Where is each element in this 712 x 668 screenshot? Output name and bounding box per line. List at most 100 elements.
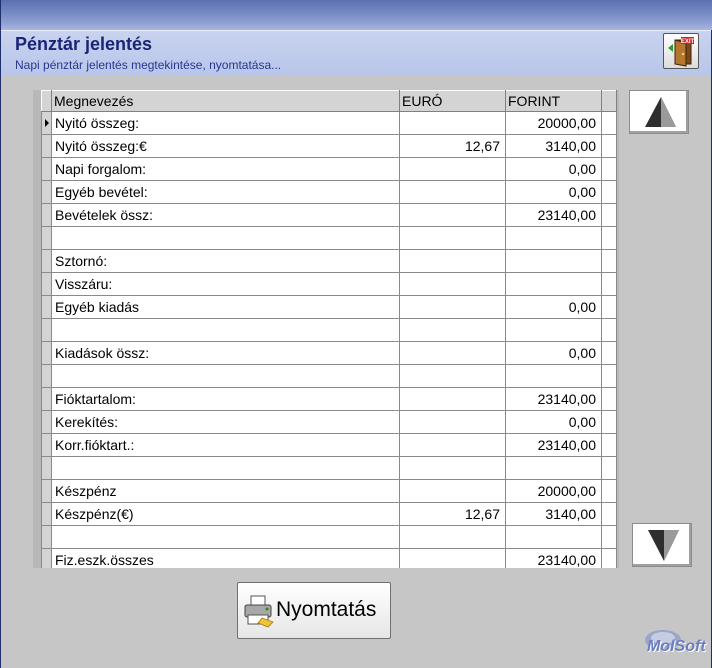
cell-forint[interactable]: 23140,00 bbox=[505, 387, 602, 411]
row-indicator-cell[interactable] bbox=[41, 203, 52, 227]
table-row[interactable]: Nyitó összeg:€ 12,67 3140,00 bbox=[41, 134, 617, 158]
cell-euro[interactable] bbox=[399, 364, 506, 388]
row-indicator-cell[interactable] bbox=[41, 318, 52, 342]
table-row[interactable]: Készpénz 20000,00 bbox=[41, 479, 617, 503]
cell-euro[interactable] bbox=[399, 318, 506, 342]
row-indicator-cell[interactable] bbox=[41, 134, 52, 158]
row-indicator-cell[interactable] bbox=[41, 502, 52, 526]
table-row[interactable] bbox=[41, 456, 617, 480]
row-indicator-cell[interactable] bbox=[41, 387, 52, 411]
report-grid[interactable]: Megnevezés EURÓ FORINT Nyitó összeg: 2000… bbox=[33, 90, 619, 568]
cell-euro[interactable] bbox=[399, 548, 506, 568]
cell-forint[interactable]: 23140,00 bbox=[505, 548, 602, 568]
cell-name[interactable]: Készpénz bbox=[51, 479, 400, 503]
cell-name[interactable]: Készpénz(€) bbox=[51, 502, 400, 526]
cell-euro[interactable] bbox=[399, 249, 506, 273]
cell-forint[interactable] bbox=[505, 226, 602, 250]
table-row[interactable]: Készpénz(€) 12,67 3140,00 bbox=[41, 502, 617, 526]
cell-euro[interactable] bbox=[399, 272, 506, 296]
cell-euro[interactable] bbox=[399, 295, 506, 319]
cell-name[interactable]: Kiadások össz: bbox=[51, 341, 400, 365]
table-row[interactable] bbox=[41, 318, 617, 342]
cell-forint[interactable]: 20000,00 bbox=[505, 111, 602, 135]
cell-forint[interactable]: 0,00 bbox=[505, 341, 602, 365]
scroll-down-button[interactable] bbox=[632, 523, 692, 567]
row-indicator-cell[interactable] bbox=[41, 548, 52, 568]
table-row[interactable]: Fióktartalom: 23140,00 bbox=[41, 387, 617, 411]
cell-name[interactable] bbox=[51, 318, 400, 342]
cell-forint[interactable] bbox=[505, 318, 602, 342]
cell-name[interactable] bbox=[51, 456, 400, 480]
cell-forint[interactable] bbox=[505, 272, 602, 296]
cell-euro[interactable] bbox=[399, 203, 506, 227]
cell-euro[interactable] bbox=[399, 157, 506, 181]
cell-euro[interactable] bbox=[399, 387, 506, 411]
cell-euro[interactable]: 12,67 bbox=[399, 134, 506, 158]
row-indicator-cell[interactable] bbox=[41, 295, 52, 319]
cell-forint[interactable] bbox=[505, 525, 602, 549]
cell-name[interactable]: Egyéb bevétel: bbox=[51, 180, 400, 204]
column-header-forint[interactable]: FORINT bbox=[505, 90, 602, 112]
print-button[interactable]: Nyomtatás bbox=[237, 582, 391, 639]
cell-name[interactable]: Nyitó összeg: bbox=[51, 111, 400, 135]
exit-button[interactable]: EXIT bbox=[663, 33, 699, 69]
cell-euro[interactable] bbox=[399, 433, 506, 457]
row-indicator-cell[interactable] bbox=[41, 180, 52, 204]
cell-forint[interactable]: 23140,00 bbox=[505, 203, 602, 227]
scroll-up-button[interactable] bbox=[629, 90, 689, 134]
row-indicator-cell[interactable] bbox=[41, 249, 52, 273]
cell-forint[interactable]: 20000,00 bbox=[505, 479, 602, 503]
table-row[interactable]: Napi forgalom: 0,00 bbox=[41, 157, 617, 181]
cell-euro[interactable] bbox=[399, 111, 506, 135]
row-indicator-cell[interactable] bbox=[41, 456, 52, 480]
cell-name[interactable]: Visszáru: bbox=[51, 272, 400, 296]
cell-euro[interactable] bbox=[399, 226, 506, 250]
cell-forint[interactable]: 3140,00 bbox=[505, 134, 602, 158]
cell-forint[interactable]: 0,00 bbox=[505, 295, 602, 319]
cell-name[interactable] bbox=[51, 226, 400, 250]
cell-name[interactable]: Napi forgalom: bbox=[51, 157, 400, 181]
cell-name[interactable] bbox=[51, 525, 400, 549]
cell-forint[interactable] bbox=[505, 456, 602, 480]
row-indicator-cell[interactable] bbox=[41, 226, 52, 250]
table-row[interactable]: Fiz.eszk.összes 23140,00 bbox=[41, 548, 617, 568]
table-row[interactable] bbox=[41, 226, 617, 250]
cell-name[interactable]: Kerekítés: bbox=[51, 410, 400, 434]
cell-forint[interactable]: 3140,00 bbox=[505, 502, 602, 526]
table-row[interactable]: Korr.fióktart.: 23140,00 bbox=[41, 433, 617, 457]
table-row[interactable] bbox=[41, 364, 617, 388]
cell-forint[interactable]: 0,00 bbox=[505, 180, 602, 204]
cell-name[interactable]: Fiz.eszk.összes bbox=[51, 548, 400, 568]
table-row[interactable]: Egyéb bevétel: 0,00 bbox=[41, 180, 617, 204]
column-header-name[interactable]: Megnevezés bbox=[51, 90, 400, 112]
cell-forint[interactable] bbox=[505, 364, 602, 388]
cell-forint[interactable]: 0,00 bbox=[505, 157, 602, 181]
cell-name[interactable]: Egyéb kiadás bbox=[51, 295, 400, 319]
row-indicator-cell[interactable] bbox=[41, 272, 52, 296]
cell-name[interactable] bbox=[51, 364, 400, 388]
cell-name[interactable]: Nyitó összeg:€ bbox=[51, 134, 400, 158]
table-row[interactable]: Kiadások össz: 0,00 bbox=[41, 341, 617, 365]
cell-euro[interactable]: 12,67 bbox=[399, 502, 506, 526]
cell-euro[interactable] bbox=[399, 456, 506, 480]
cell-euro[interactable] bbox=[399, 410, 506, 434]
cell-forint[interactable] bbox=[505, 249, 602, 273]
cell-forint[interactable]: 23140,00 bbox=[505, 433, 602, 457]
table-row[interactable]: Bevételek össz: 23140,00 bbox=[41, 203, 617, 227]
column-header-euro[interactable]: EURÓ bbox=[399, 90, 506, 112]
table-row[interactable] bbox=[41, 525, 617, 549]
row-indicator-cell[interactable] bbox=[41, 433, 52, 457]
table-row[interactable]: Nyitó összeg: 20000,00 bbox=[41, 111, 617, 135]
row-indicator-cell[interactable] bbox=[41, 525, 52, 549]
cell-euro[interactable] bbox=[399, 180, 506, 204]
cell-euro[interactable] bbox=[399, 525, 506, 549]
table-row[interactable]: Sztornó: bbox=[41, 249, 617, 273]
cell-name[interactable]: Fióktartalom: bbox=[51, 387, 400, 411]
cell-name[interactable]: Bevételek össz: bbox=[51, 203, 400, 227]
row-indicator-cell[interactable] bbox=[41, 111, 52, 135]
table-row[interactable]: Egyéb kiadás 0,00 bbox=[41, 295, 617, 319]
row-indicator-cell[interactable] bbox=[41, 364, 52, 388]
row-indicator-cell[interactable] bbox=[41, 341, 52, 365]
cell-euro[interactable] bbox=[399, 341, 506, 365]
row-indicator-cell[interactable] bbox=[41, 410, 52, 434]
